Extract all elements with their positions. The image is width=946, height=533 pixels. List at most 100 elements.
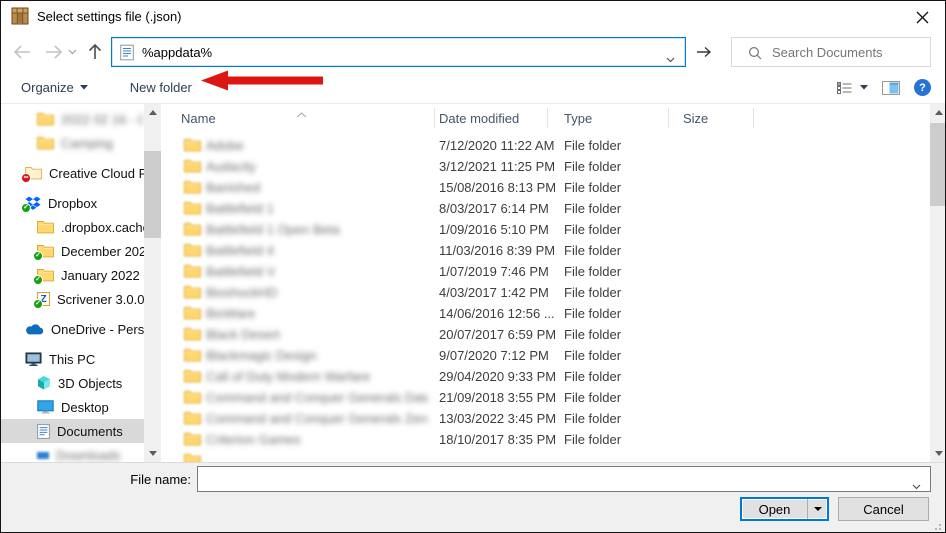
- sidebar-scroll-thumb[interactable]: [144, 151, 161, 238]
- cancel-button[interactable]: Cancel: [838, 497, 929, 521]
- column-separator[interactable]: [434, 108, 435, 128]
- file-date-modified: 20/07/2017 6:59 PM: [439, 327, 556, 342]
- file-row[interactable]: Criterion Games18/10/2017 8:35 PMFile fo…: [176, 429, 929, 450]
- sidebar-item-dropbox[interactable]: ✓Dropbox: [1, 191, 144, 215]
- sidebar-item-january-2022[interactable]: ✓January 2022: [1, 263, 144, 287]
- open-button-label: Open: [742, 502, 807, 517]
- file-row[interactable]: Battlefield 18/03/2017 6:14 PMFile folde…: [176, 198, 929, 219]
- views-button[interactable]: [837, 82, 868, 94]
- file-date-modified: 1/09/2016 5:10 PM: [439, 222, 549, 237]
- help-icon: ?: [919, 82, 926, 94]
- scroll-up-icon[interactable]: [930, 104, 946, 121]
- file-row[interactable]: Blackmagic Design9/07/2020 7:12 PMFile f…: [176, 345, 929, 366]
- file-row[interactable]: BioshockHD4/03/2017 1:42 PMFile folder: [176, 282, 929, 303]
- file-row[interactable]: Command and Conquer Generals Zero H... 13…: [176, 408, 929, 429]
- address-bar[interactable]: %appdata%: [111, 37, 686, 67]
- preview-pane-button[interactable]: [882, 81, 900, 95]
- file-type: File folder: [564, 180, 621, 195]
- sidebar-item-label: January 2022: [61, 268, 140, 283]
- open-button[interactable]: Open: [740, 497, 829, 521]
- column-separator[interactable]: [753, 108, 754, 128]
- file-date-modified: 3/12/2021 11:25 PM: [439, 159, 555, 174]
- navigation-bar: %appdata% Search Documents: [1, 31, 945, 72]
- file-type: File folder: [564, 327, 621, 342]
- column-separator[interactable]: [547, 108, 548, 128]
- sidebar-item-3d-objects[interactable]: 3D Objects: [1, 371, 144, 395]
- sidebar-item-dropbox-cache[interactable]: .dropbox.cache: [1, 215, 144, 239]
- file-date-modified: 13/03/2022 3:45 PM: [439, 411, 556, 426]
- file-type: File folder: [564, 348, 621, 363]
- sidebar-item-creative-cloud-fil[interactable]: ∞Creative Cloud Fil: [1, 161, 144, 185]
- close-button[interactable]: [909, 8, 935, 26]
- file-row[interactable]: Battlefield 411/03/2016 8:39 PMFile fold…: [176, 240, 929, 261]
- sidebar-item-december-2021[interactable]: ✓December 2021: [1, 239, 144, 263]
- sidebar-item-label: Camping: [61, 136, 113, 151]
- cancel-button-label: Cancel: [863, 502, 903, 517]
- folder-icon: [184, 285, 201, 299]
- sidebar-item-documents[interactable]: Documents: [1, 419, 144, 443]
- file-type: File folder: [564, 159, 621, 174]
- navigation-pane: 2022 02 16 - Ca Camping ∞Creative Cloud Fi…: [1, 104, 144, 462]
- new-folder-button[interactable]: New folder: [130, 80, 192, 95]
- open-split-dropdown[interactable]: [807, 499, 827, 519]
- column-header-size[interactable]: Size: [683, 111, 708, 126]
- go-arrow-icon: [696, 46, 712, 58]
- file-date-modified: 4/03/2017 1:42 PM: [439, 285, 549, 300]
- column-header-name[interactable]: Name: [181, 111, 216, 126]
- file-name: Criterion Games: [206, 432, 301, 447]
- column-header-type[interactable]: Type: [564, 111, 592, 126]
- address-dropdown-icon[interactable]: [666, 51, 675, 66]
- file-name-input[interactable]: [197, 466, 931, 492]
- search-box[interactable]: Search Documents: [731, 37, 931, 67]
- file-row[interactable]: Audacity3/12/2021 11:25 PMFile folder: [176, 156, 929, 177]
- downloads-icon: [37, 452, 49, 459]
- file-date-modified: 11/03/2016 8:39 PM: [439, 243, 555, 258]
- sidebar-scrollbar[interactable]: [144, 104, 161, 462]
- file-row[interactable]: Command and Conquer Generals Data21/09/2…: [176, 387, 929, 408]
- organize-menu[interactable]: Organize: [21, 80, 88, 95]
- sidebar-item-label: Scrivener 3.0.0.0.: [57, 292, 144, 307]
- sidebar-item-onedrive-person[interactable]: OneDrive - Person: [1, 317, 144, 341]
- up-button[interactable]: [83, 31, 107, 72]
- up-arrow-icon: [88, 43, 102, 60]
- folder-icon: [184, 201, 201, 215]
- back-button[interactable]: [9, 31, 35, 72]
- go-to-button[interactable]: [689, 37, 719, 67]
- scroll-up-icon[interactable]: [144, 104, 161, 121]
- recent-locations-button[interactable]: [65, 31, 79, 72]
- file-name-dropdown-icon[interactable]: [912, 478, 921, 493]
- folder-icon: [184, 348, 201, 362]
- file-row[interactable]: Adobe7/12/2020 11:22 AMFile folder: [176, 135, 929, 156]
- column-header-date-modified[interactable]: Date modified: [439, 111, 519, 126]
- file-row[interactable]: Battlefield 1 Open Beta 1/09/2016 5:10 PM…: [176, 219, 929, 240]
- folder-icon: [184, 264, 201, 278]
- sidebar-item-2022-02-16-ca[interactable]: 2022 02 16 - Ca: [1, 107, 144, 131]
- folder-icon: [184, 369, 201, 383]
- file-name: Call of Duty Modern Warfare: [206, 369, 370, 384]
- forward-button[interactable]: [41, 31, 67, 72]
- file-row[interactable]: Battlefield V1/07/2019 7:46 PMFile folde…: [176, 261, 929, 282]
- this-pc-icon: [25, 352, 42, 367]
- scroll-down-icon[interactable]: [930, 445, 946, 462]
- resize-grip-icon[interactable]: [933, 522, 941, 530]
- file-name: Command and Conquer Generals Zero H...: [206, 411, 428, 426]
- sidebar-item-downloads[interactable]: Downloads: [1, 443, 144, 462]
- sidebar-item-scrivener-3-0-0-0[interactable]: Z✓Scrivener 3.0.0.0.: [1, 287, 144, 311]
- file-row[interactable]: BioWare14/06/2016 12:56 ...File folder: [176, 303, 929, 324]
- file-row[interactable]: [176, 450, 929, 462]
- file-row[interactable]: Black Desert20/07/2017 6:59 PMFile folde…: [176, 324, 929, 345]
- sidebar-item-desktop[interactable]: Desktop: [1, 395, 144, 419]
- list-scrollbar[interactable]: [930, 104, 946, 462]
- file-row[interactable]: Banished15/08/2016 8:13 PMFile folder: [176, 177, 929, 198]
- scroll-down-icon[interactable]: [144, 445, 161, 462]
- list-scroll-thumb[interactable]: [930, 123, 946, 206]
- sidebar-item-camping[interactable]: Camping: [1, 131, 144, 155]
- folder-icon: [184, 411, 201, 425]
- column-separator[interactable]: [668, 108, 669, 128]
- help-button[interactable]: ?: [914, 79, 931, 96]
- file-row[interactable]: Call of Duty Modern Warfare29/04/2020 9:…: [176, 366, 929, 387]
- title-bar: Select settings file (.json): [1, 1, 945, 31]
- new-folder-label: New folder: [130, 80, 192, 95]
- sidebar-item-this-pc[interactable]: This PC: [1, 347, 144, 371]
- file-name: Battlefield 1 Open Beta: [206, 222, 340, 237]
